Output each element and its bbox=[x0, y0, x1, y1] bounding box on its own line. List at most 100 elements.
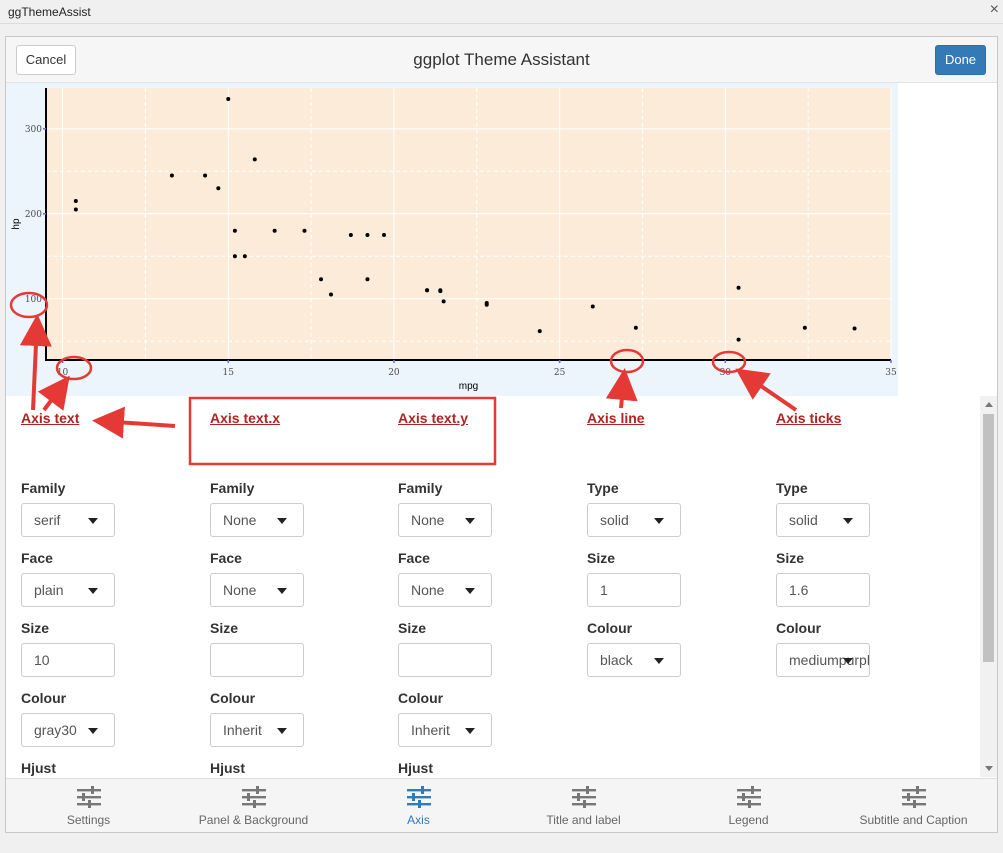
family-select[interactable]: serif bbox=[21, 503, 115, 537]
field-label: Colour bbox=[21, 690, 67, 706]
size-input[interactable]: 1.6 bbox=[776, 573, 870, 607]
size-input[interactable]: 10 bbox=[21, 643, 115, 677]
window-title: ggThemeAssist bbox=[8, 5, 91, 19]
data-point bbox=[633, 325, 638, 330]
page-title: ggplot Theme Assistant bbox=[413, 50, 590, 69]
field-label: Hjust bbox=[210, 760, 245, 776]
y-tick-label: 200 bbox=[25, 210, 42, 220]
field-label: Colour bbox=[398, 690, 444, 706]
data-point bbox=[438, 289, 443, 294]
colour-select[interactable]: Inherit bbox=[210, 713, 304, 747]
tab-bar: Settings Panel & Background Axis Title and … bbox=[6, 778, 997, 832]
colour-select[interactable]: Inherit bbox=[398, 713, 492, 747]
control-column: Axis ticks Type solid Size 1.6 Colour mediumpu… bbox=[776, 396, 956, 777]
tab-panel-background[interactable]: Panel & Background bbox=[171, 779, 336, 832]
tab-label: Panel & Background bbox=[198, 813, 309, 827]
caret-down-icon bbox=[843, 658, 853, 664]
vertical-scrollbar[interactable] bbox=[980, 396, 997, 777]
close-icon[interactable]: × bbox=[990, 1, 999, 19]
scroll-down-icon[interactable] bbox=[985, 766, 993, 771]
tab-label: Subtitle and Caption bbox=[859, 813, 968, 827]
section-title[interactable]: Axis text.x bbox=[210, 410, 280, 426]
tab-title-and-label[interactable]: Title and label bbox=[501, 779, 666, 832]
tab-legend[interactable]: Legend bbox=[666, 779, 831, 832]
field-label: Face bbox=[210, 550, 242, 566]
sliders-icon bbox=[77, 786, 101, 808]
data-point bbox=[73, 207, 78, 212]
field-label: Face bbox=[21, 550, 53, 566]
sliders-icon bbox=[902, 786, 926, 808]
type-select[interactable]: solid bbox=[776, 503, 870, 537]
family-select[interactable]: None bbox=[210, 503, 304, 537]
field-label: Size bbox=[398, 620, 427, 636]
size-input[interactable] bbox=[210, 643, 304, 677]
gadget-frame: Cancel ggplot Theme Assistant Done 10 15 2… bbox=[5, 36, 998, 833]
select-value: gray30 bbox=[34, 722, 77, 738]
tab-label: Legend bbox=[728, 813, 769, 827]
tab-subtitle-and-caption[interactable]: Subtitle and Caption bbox=[831, 779, 996, 832]
axis-controls: Axis text Family serif Face plain Size 10 Colou… bbox=[6, 396, 997, 777]
caret-down-icon bbox=[465, 588, 475, 594]
sliders-icon bbox=[737, 786, 761, 808]
x-tick-label: 10 bbox=[57, 368, 69, 378]
data-point bbox=[484, 301, 489, 306]
tab-settings[interactable]: Settings bbox=[6, 779, 171, 832]
caret-down-icon bbox=[277, 588, 287, 594]
data-point bbox=[590, 304, 595, 309]
face-select[interactable]: None bbox=[210, 573, 304, 607]
scrollbar-thumb[interactable] bbox=[983, 414, 994, 662]
colour-select[interactable]: black bbox=[587, 643, 681, 677]
data-point bbox=[382, 233, 386, 238]
select-value: None bbox=[223, 582, 257, 598]
x-tick-label: 15 bbox=[223, 368, 235, 378]
caret-down-icon bbox=[654, 518, 664, 524]
header-bar: Cancel ggplot Theme Assistant Done bbox=[6, 37, 997, 83]
field-label: Face bbox=[398, 550, 430, 566]
data-point bbox=[348, 233, 353, 238]
type-select[interactable]: solid bbox=[587, 503, 681, 537]
select-value: plain bbox=[34, 582, 64, 598]
field-label: Hjust bbox=[398, 760, 433, 776]
face-select[interactable]: plain bbox=[21, 573, 115, 607]
data-point bbox=[328, 292, 333, 297]
field-label: Type bbox=[776, 480, 808, 496]
done-button[interactable]: Done bbox=[935, 45, 986, 75]
data-point bbox=[425, 288, 430, 293]
select-value: solid bbox=[600, 512, 629, 528]
section-title[interactable]: Axis text bbox=[21, 410, 79, 426]
y-tick-label: 300 bbox=[25, 125, 42, 135]
size-input[interactable] bbox=[398, 643, 492, 677]
select-value: serif bbox=[34, 512, 61, 528]
colour-select[interactable]: mediumpurple bbox=[776, 643, 870, 677]
data-point bbox=[319, 277, 324, 282]
colour-select[interactable]: gray30 bbox=[21, 713, 115, 747]
data-point bbox=[242, 254, 247, 259]
data-point bbox=[73, 199, 78, 204]
x-tick-label: 25 bbox=[554, 368, 566, 378]
sliders-icon bbox=[572, 786, 596, 808]
y-axis-title: hp bbox=[11, 218, 22, 230]
tab-label: Settings bbox=[66, 813, 111, 827]
face-select[interactable]: None bbox=[398, 573, 492, 607]
family-select[interactable]: None bbox=[398, 503, 492, 537]
data-point bbox=[232, 254, 237, 259]
select-value: black bbox=[600, 652, 633, 668]
size-input[interactable]: 1 bbox=[587, 573, 681, 607]
section-title[interactable]: Axis ticks bbox=[776, 410, 841, 426]
x-tick-label: 20 bbox=[388, 368, 400, 378]
x-tick-label: 30 bbox=[720, 368, 732, 378]
data-point bbox=[302, 228, 307, 233]
data-point bbox=[365, 277, 370, 282]
field-label: Family bbox=[398, 480, 443, 496]
data-point bbox=[736, 337, 741, 342]
field-label: Size bbox=[210, 620, 239, 636]
x-tick-label: 35 bbox=[885, 368, 897, 378]
section-title[interactable]: Axis text.y bbox=[398, 410, 468, 426]
data-point bbox=[537, 329, 542, 334]
caret-down-icon bbox=[277, 728, 287, 734]
data-point bbox=[365, 233, 370, 238]
section-title[interactable]: Axis line bbox=[587, 410, 645, 426]
field-label: Size bbox=[21, 620, 50, 636]
scroll-up-icon[interactable] bbox=[985, 402, 993, 407]
tab-axis[interactable]: Axis bbox=[336, 779, 501, 832]
